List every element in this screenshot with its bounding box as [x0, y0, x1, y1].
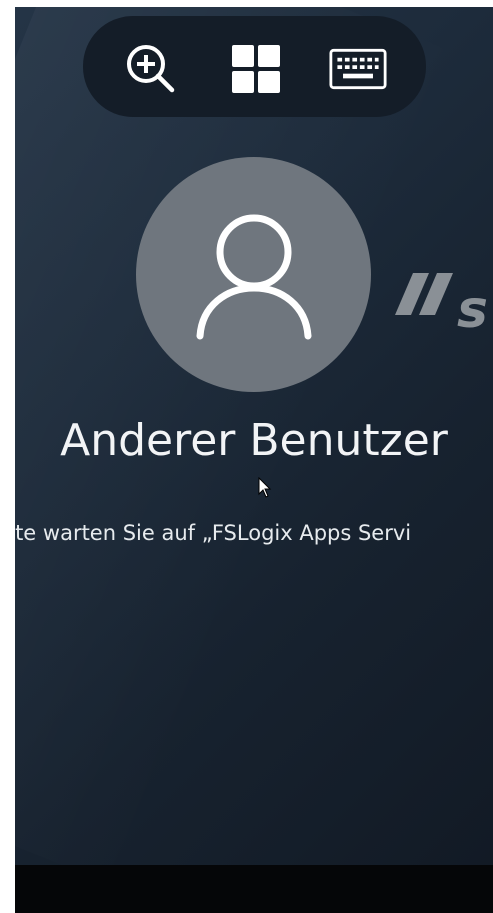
lock-screen: s Anderer Benutzer itte warten Sie auf „…: [0, 0, 493, 913]
magnifier-plus-icon: [127, 45, 175, 93]
background: s Anderer Benutzer itte warten Sie auf „…: [15, 7, 493, 865]
magnifier-button[interactable]: [122, 42, 180, 96]
svg-text:s: s: [457, 280, 488, 335]
mouse-pointer-icon: [258, 477, 272, 498]
taskbar-strip: [15, 865, 493, 913]
logo-slashes-icon: s: [395, 273, 488, 340]
company-logo-fragment: s: [395, 265, 493, 340]
user-avatar[interactable]: [136, 157, 371, 392]
keyboard-icon: [329, 48, 387, 90]
windows-button[interactable]: [227, 42, 285, 96]
accessibility-toolbar: [83, 16, 426, 117]
on-screen-keyboard-button[interactable]: [329, 42, 387, 96]
user-name: Anderer Benutzer: [60, 415, 448, 466]
windows-logo-icon: [232, 45, 280, 93]
status-message: itte warten Sie auf „FSLogix Apps Servi: [15, 521, 412, 545]
user-silhouette-icon: [196, 214, 311, 339]
